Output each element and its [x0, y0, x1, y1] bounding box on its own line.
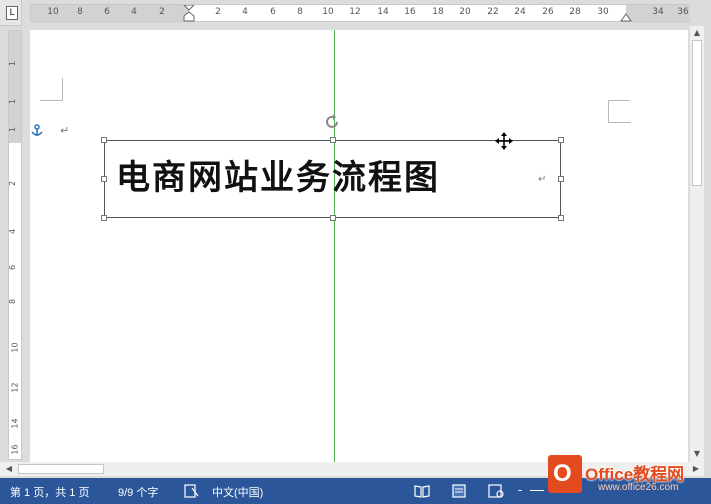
paragraph-mark: ↵ [538, 174, 547, 185]
ruler-number: 34 [652, 7, 664, 17]
rotate-handle-icon[interactable] [325, 114, 341, 130]
zoom-out-button[interactable]: - [518, 482, 522, 497]
resize-handle[interactable] [558, 215, 564, 221]
ruler-number: 1 [8, 98, 18, 105]
ruler-number: 14 [377, 7, 389, 17]
ruler-number: 22 [487, 7, 499, 17]
resize-handle[interactable] [101, 137, 107, 143]
ruler-number: 6 [8, 264, 18, 271]
vertical-ruler[interactable]: 1 1 1 2 4 6 8 10 12 14 16 [8, 30, 22, 460]
watermark-url: www.office26.com [598, 482, 679, 493]
ruler-number: 16 [10, 444, 20, 455]
horizontal-scroll-thumb[interactable] [18, 464, 104, 474]
ruler-number: 36 [677, 7, 689, 17]
office-logo-glyph: O [553, 460, 572, 487]
margin-corner-marker [608, 100, 631, 123]
first-line-indent-marker[interactable] [183, 5, 195, 22]
ruler-number: 4 [242, 7, 248, 17]
paragraph-mark: ↵ [60, 124, 70, 137]
ruler-number: 4 [8, 228, 18, 235]
ruler-number: 4 [131, 7, 137, 17]
move-cursor-icon [495, 132, 513, 150]
ruler-number: 8 [8, 298, 18, 305]
ruler-number: 10 [10, 342, 20, 353]
page-count-status[interactable]: 第 1 页，共 1 页 [10, 484, 89, 500]
resize-handle[interactable] [330, 215, 336, 221]
ruler-number: 16 [404, 7, 416, 17]
ruler-number: 1 [8, 60, 18, 67]
ruler-number: 2 [215, 7, 221, 17]
resize-handle[interactable] [101, 215, 107, 221]
flowchart-title[interactable]: 电商网站业务流程图 [116, 150, 440, 199]
web-layout-icon[interactable] [488, 484, 504, 498]
vertical-scroll-thumb[interactable] [692, 40, 702, 186]
ruler-number: 18 [432, 7, 444, 17]
margin-corner-marker [40, 78, 63, 101]
ruler-number: 10 [322, 7, 334, 17]
office-logo-icon: O [548, 455, 582, 493]
title-text-box[interactable]: 电商网站业务流程图 ↵ [101, 137, 564, 221]
ruler-tab-selector[interactable]: L [0, 0, 22, 26]
ruler-number: 1 [8, 126, 18, 133]
proofing-icon[interactable] [184, 484, 200, 498]
word-count-status[interactable]: 9/9 个字 [118, 484, 158, 500]
read-mode-icon[interactable] [414, 484, 430, 498]
resize-handle[interactable] [330, 137, 336, 143]
resize-handle[interactable] [558, 176, 564, 182]
ruler-number: 30 [597, 7, 609, 17]
ruler-number: 6 [104, 7, 110, 17]
ruler-number: 12 [349, 7, 361, 17]
resize-handle[interactable] [101, 176, 107, 182]
scroll-down-icon[interactable]: ▼ [691, 448, 703, 460]
alignment-guide [334, 30, 335, 462]
ruler-number: 28 [569, 7, 581, 17]
ruler-number: 12 [10, 382, 20, 393]
zoom-slider[interactable] [530, 490, 544, 491]
scroll-left-icon[interactable]: ◀ [3, 463, 15, 475]
horizontal-ruler[interactable]: 10 8 6 4 2 2 4 6 8 10 12 14 16 18 20 22 … [30, 4, 690, 22]
ruler-number: 8 [297, 7, 303, 17]
tab-stop-label: L [6, 6, 18, 20]
print-layout-icon[interactable] [451, 484, 467, 498]
scroll-up-icon[interactable]: ▲ [691, 27, 703, 39]
ruler-number: 2 [159, 7, 165, 17]
ruler-number: 8 [77, 7, 83, 17]
scroll-right-icon[interactable]: ▶ [690, 463, 702, 475]
right-indent-marker[interactable] [620, 12, 632, 22]
ruler-number: 26 [542, 7, 554, 17]
language-status[interactable]: 中文(中国) [212, 484, 263, 500]
ruler-number: 24 [514, 7, 526, 17]
ruler-number: 20 [459, 7, 471, 17]
resize-handle[interactable] [558, 137, 564, 143]
ruler-number: 6 [270, 7, 276, 17]
ruler-number: 10 [47, 7, 59, 17]
document-page[interactable] [30, 30, 688, 462]
ruler-number: 14 [10, 418, 20, 429]
ruler-number: 2 [8, 180, 18, 187]
anchor-icon[interactable] [30, 124, 44, 138]
